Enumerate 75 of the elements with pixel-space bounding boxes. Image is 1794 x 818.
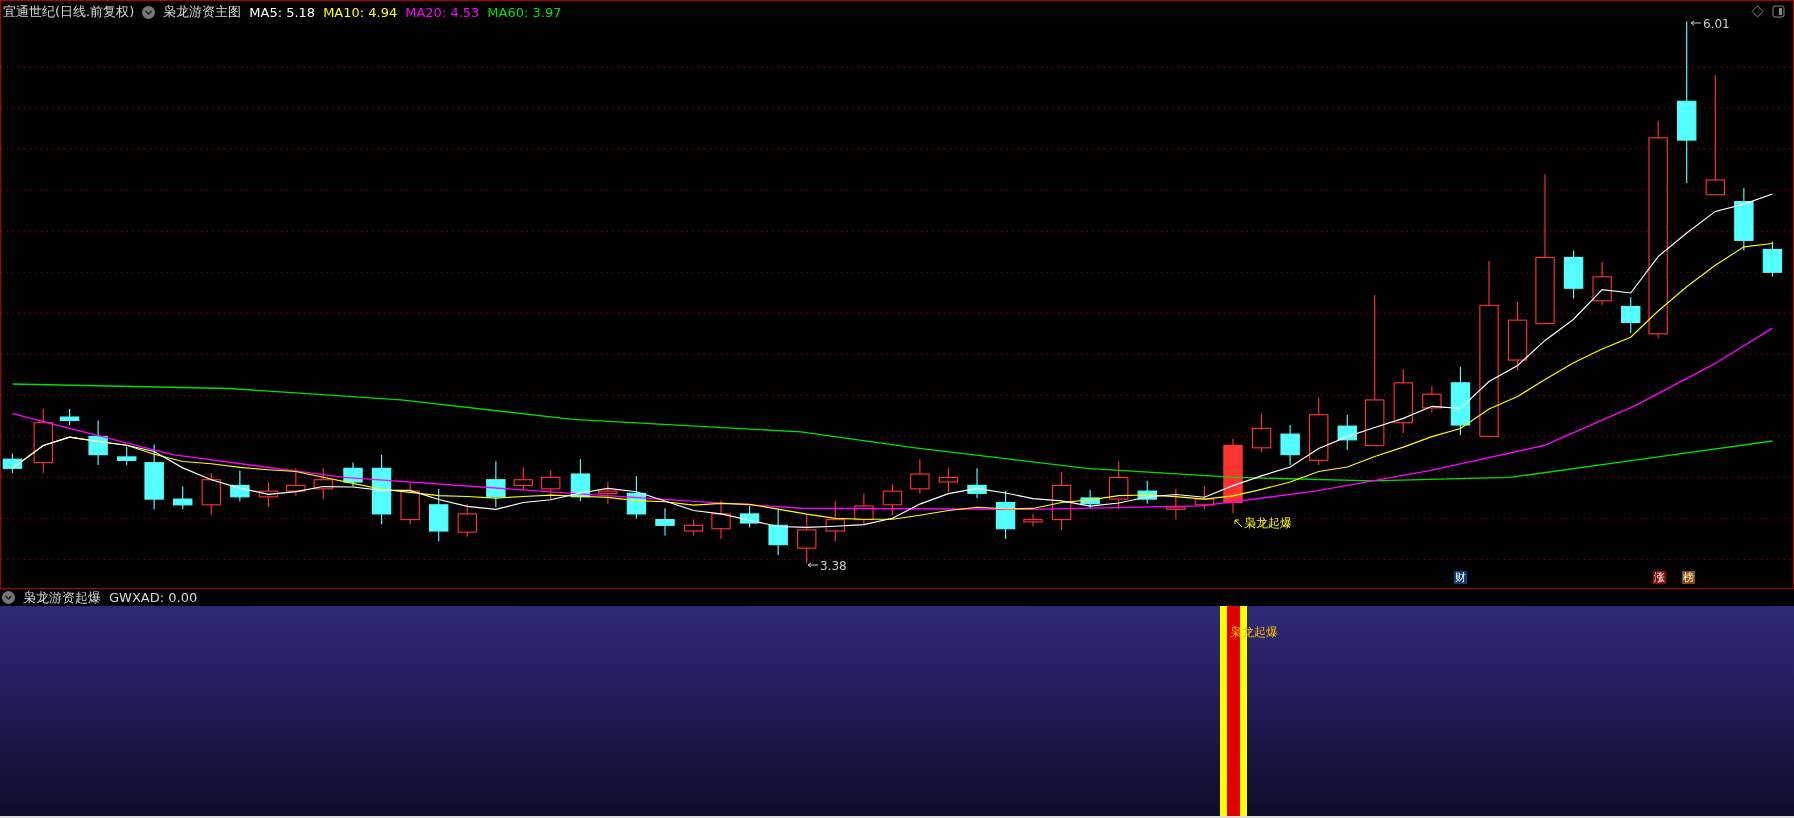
candlestick <box>59 408 80 426</box>
indicator-name: 枭龙游资主图 <box>163 3 242 21</box>
candlestick <box>1337 414 1357 451</box>
candlestick <box>1762 240 1783 278</box>
candlestick <box>1393 368 1413 434</box>
indicator-name: 枭龙游资起爆 <box>23 588 101 607</box>
ma-reading: MA20: 4.53 <box>405 4 480 20</box>
stock-title: 宜通世纪(日线.前复权) <box>3 3 135 21</box>
candlestick <box>1734 187 1754 252</box>
candlestick <box>258 481 279 508</box>
candlestick <box>230 470 250 502</box>
high-price-label: 6.01 <box>1703 17 1730 31</box>
candlestick <box>343 462 363 488</box>
candlestick <box>1422 385 1442 414</box>
candlestick <box>313 467 333 500</box>
candlestick <box>286 467 306 497</box>
low-price-label: 3.38 <box>820 559 847 573</box>
candlestick <box>711 499 731 540</box>
candlestick <box>117 446 137 466</box>
candlestick <box>995 490 1016 540</box>
candlestick <box>1450 366 1471 436</box>
arrow-icon <box>1690 20 1702 28</box>
candlestick <box>626 475 647 520</box>
candlestick <box>967 467 987 499</box>
candlestick <box>486 460 506 508</box>
candlestick <box>173 486 193 510</box>
ma-reading: MA60: 3.97 <box>487 4 562 20</box>
candlestick <box>1621 296 1641 334</box>
candlestick <box>1166 488 1186 521</box>
candlestick <box>1251 413 1272 453</box>
candlestick <box>854 492 874 525</box>
ma-reading: MA10: 4.94 <box>323 4 398 20</box>
candlestick <box>1309 397 1329 466</box>
candlestick <box>655 507 675 537</box>
candlestick <box>598 481 618 505</box>
collapse-icon[interactable] <box>2 591 15 604</box>
tag-badge[interactable]: 财 <box>1454 571 1467 584</box>
indicator-reading: GWXAD: 0.00 <box>109 590 198 605</box>
candlestick <box>1051 471 1072 531</box>
candlestick <box>938 467 959 493</box>
candlestick <box>400 482 420 525</box>
ma-reading: MA5: 5.18 <box>249 4 316 20</box>
arrow-icon <box>1234 519 1243 528</box>
candlestick <box>2 452 23 474</box>
candlestick <box>1137 480 1157 505</box>
candlestick <box>1109 460 1129 510</box>
tag-badge[interactable]: 榜 <box>1682 571 1695 584</box>
candlestick <box>1563 250 1584 300</box>
candlestick <box>825 500 845 542</box>
candlestick <box>797 513 817 564</box>
candlestick <box>201 472 221 516</box>
candlestick <box>371 454 392 525</box>
candlestick <box>882 483 903 516</box>
candlestick <box>1507 301 1528 371</box>
signal-label: 枭龙起爆 <box>1244 515 1292 532</box>
collapse-icon[interactable] <box>142 5 156 19</box>
candlestick <box>457 503 477 538</box>
candlestick <box>513 466 533 491</box>
panel-toggle-icon[interactable] <box>1772 5 1785 18</box>
candlestick <box>1280 424 1300 466</box>
candlestick <box>1592 261 1612 306</box>
candlestick <box>570 458 591 502</box>
candlestick <box>910 458 930 494</box>
candlestick <box>541 470 561 500</box>
tag-badge[interactable]: 涨 <box>1653 571 1666 584</box>
candlestick <box>88 419 108 466</box>
arrow-icon <box>807 562 819 570</box>
candlestick <box>739 505 760 529</box>
candlestick <box>144 443 164 510</box>
candlestick <box>33 408 53 474</box>
candlestick <box>683 519 704 537</box>
candlestick <box>768 508 788 556</box>
candlestick <box>429 488 449 542</box>
candlestick <box>1194 486 1215 510</box>
candlestick <box>1023 513 1043 528</box>
